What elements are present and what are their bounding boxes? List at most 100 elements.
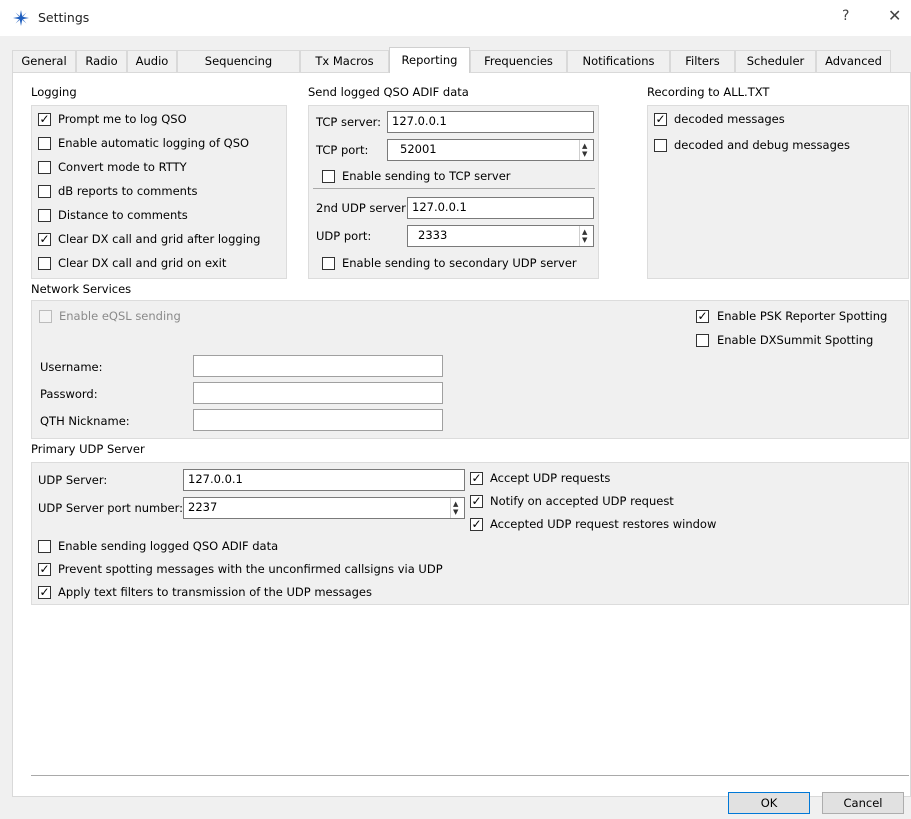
udp-port-input[interactable]: 2333 ▲ ▼ — [407, 225, 594, 247]
dxsummit-checkbox[interactable] — [696, 334, 709, 347]
decoded-messages-checkbox[interactable]: ✓ — [654, 113, 667, 126]
spin-down-icon[interactable]: ▼ — [453, 509, 458, 516]
clear-after-logging-checkbox[interactable]: ✓ — [38, 233, 51, 246]
username-label: Username: — [40, 360, 103, 374]
prompt-log-checkbox[interactable]: ✓ — [38, 113, 51, 126]
restore-window-checkbox[interactable]: ✓ — [470, 518, 483, 531]
spin-up-icon[interactable]: ▲ — [582, 143, 587, 150]
recording-title: Recording to ALL.TXT — [647, 85, 770, 99]
debug-messages-checkbox[interactable] — [654, 139, 667, 152]
cancel-button[interactable]: Cancel — [822, 792, 904, 814]
enable-tcp-checkbox[interactable] — [322, 170, 335, 183]
tab-frequencies[interactable]: Frequencies — [470, 50, 567, 72]
restore-window-label: Accepted UDP request restores window — [490, 517, 717, 531]
eqsl-checkbox[interactable] — [39, 310, 52, 323]
tcp-port-value: 52001 — [400, 142, 437, 156]
apply-filters-label: Apply text filters to transmission of th… — [58, 585, 372, 599]
tcp-server-label: TCP server: — [316, 115, 382, 129]
tab-notifications[interactable]: Notifications — [567, 50, 670, 72]
recording-group: ✓ decoded messages decoded and debug mes… — [647, 105, 909, 279]
enable-adif-udp-checkbox[interactable] — [38, 540, 51, 553]
enable-adif-udp-label: Enable sending logged QSO ADIF data — [58, 539, 279, 553]
prompt-log-label: Prompt me to log QSO — [58, 112, 187, 126]
distance-comments-label: Distance to comments — [58, 208, 188, 222]
accept-udp-label: Accept UDP requests — [490, 471, 611, 485]
convert-rtty-label: Convert mode to RTTY — [58, 160, 187, 174]
udp2-server-input[interactable]: 127.0.0.1 — [407, 197, 594, 219]
psk-reporter-checkbox[interactable]: ✓ — [696, 310, 709, 323]
username-input[interactable] — [193, 355, 443, 377]
title-bar — [0, 0, 911, 36]
auto-logging-label: Enable automatic logging of QSO — [58, 136, 250, 150]
tab-reporting[interactable]: Reporting — [389, 47, 470, 73]
tab-general[interactable]: General — [12, 50, 76, 72]
udp-port-spinner[interactable]: ▲ ▼ — [579, 226, 593, 246]
clear-on-exit-label: Clear DX call and grid on exit — [58, 256, 227, 270]
tab-tx-macros[interactable]: Tx Macros — [300, 50, 389, 72]
qth-nickname-input[interactable] — [193, 409, 443, 431]
clear-on-exit-checkbox[interactable] — [38, 257, 51, 270]
tab-scheduler[interactable]: Scheduler — [735, 50, 816, 72]
logging-group: ✓ Prompt me to log QSO Enable automatic … — [31, 105, 287, 279]
tab-advanced[interactable]: Advanced — [816, 50, 891, 72]
tcp-server-input[interactable]: 127.0.0.1 — [387, 111, 594, 133]
primary-udp-group: UDP Server: 127.0.0.1 UDP Server port nu… — [31, 462, 909, 605]
tcp-port-spinner[interactable]: ▲ ▼ — [579, 140, 593, 160]
apply-filters-checkbox[interactable]: ✓ — [38, 586, 51, 599]
logging-title: Logging — [31, 85, 77, 99]
tab-radio[interactable]: Radio — [76, 50, 127, 72]
network-title: Network Services — [31, 282, 132, 296]
udp-server-port-label: UDP Server port number: — [38, 501, 184, 515]
db-comments-checkbox[interactable] — [38, 185, 51, 198]
ok-button[interactable]: OK — [728, 792, 810, 814]
password-label: Password: — [40, 387, 98, 401]
udp-port-label: UDP port: — [316, 229, 372, 243]
tcp-port-label: TCP port: — [316, 143, 369, 157]
app-icon — [13, 10, 29, 26]
psk-reporter-label: Enable PSK Reporter Spotting — [717, 309, 888, 323]
password-input[interactable] — [193, 382, 443, 404]
dxsummit-label: Enable DXSummit Spotting — [717, 333, 874, 347]
enable-tcp-label: Enable sending to TCP server — [342, 169, 511, 183]
spin-up-icon[interactable]: ▲ — [582, 229, 587, 236]
udp-server-input[interactable]: 127.0.0.1 — [183, 469, 465, 491]
udp-server-port-spinner[interactable]: ▲ ▼ — [450, 498, 464, 518]
udp-server-port-value: 2237 — [188, 500, 218, 514]
primary-udp-title: Primary UDP Server — [31, 442, 145, 456]
help-icon[interactable]: ? — [842, 8, 849, 24]
adif-title: Send logged QSO ADIF data — [308, 85, 469, 99]
prevent-spotting-checkbox[interactable]: ✓ — [38, 563, 51, 576]
bottom-separator — [31, 775, 909, 776]
debug-messages-label: decoded and debug messages — [674, 138, 850, 152]
spin-down-icon[interactable]: ▼ — [582, 237, 587, 244]
enable-udp2-checkbox[interactable] — [322, 257, 335, 270]
decoded-messages-label: decoded messages — [674, 112, 785, 126]
spin-down-icon[interactable]: ▼ — [582, 151, 587, 158]
close-icon[interactable]: ✕ — [888, 6, 901, 25]
spin-up-icon[interactable]: ▲ — [453, 501, 458, 508]
enable-udp2-label: Enable sending to secondary UDP server — [342, 256, 577, 270]
clear-after-logging-label: Clear DX call and grid after logging — [58, 232, 261, 246]
distance-comments-checkbox[interactable] — [38, 209, 51, 222]
adif-group: TCP server: 127.0.0.1 TCP port: 52001 ▲ … — [308, 105, 599, 279]
convert-rtty-checkbox[interactable] — [38, 161, 51, 174]
tcp-port-input[interactable]: 52001 ▲ ▼ — [387, 139, 594, 161]
window-title: Settings — [38, 10, 90, 25]
tab-sequencing[interactable]: Sequencing — [177, 50, 300, 72]
udp-port-value: 2333 — [418, 228, 448, 242]
eqsl-label: Enable eQSL sending — [59, 309, 181, 323]
udp2-server-label: 2nd UDP server — [316, 201, 406, 215]
tab-filters[interactable]: Filters — [670, 50, 735, 72]
udp-server-port-input[interactable]: 2237 ▲ ▼ — [183, 497, 465, 519]
prevent-spotting-label: Prevent spotting messages with the uncon… — [58, 562, 443, 576]
notify-udp-label: Notify on accepted UDP request — [490, 494, 674, 508]
qth-nickname-label: QTH Nickname: — [40, 414, 130, 428]
auto-logging-checkbox[interactable] — [38, 137, 51, 150]
notify-udp-checkbox[interactable]: ✓ — [470, 495, 483, 508]
tab-audio[interactable]: Audio — [127, 50, 177, 72]
db-comments-label: dB reports to comments — [58, 184, 198, 198]
network-group: Enable eQSL sending ✓ Enable PSK Reporte… — [31, 300, 909, 439]
adif-separator — [313, 188, 595, 189]
udp-server-label: UDP Server: — [38, 473, 108, 487]
accept-udp-checkbox[interactable]: ✓ — [470, 472, 483, 485]
